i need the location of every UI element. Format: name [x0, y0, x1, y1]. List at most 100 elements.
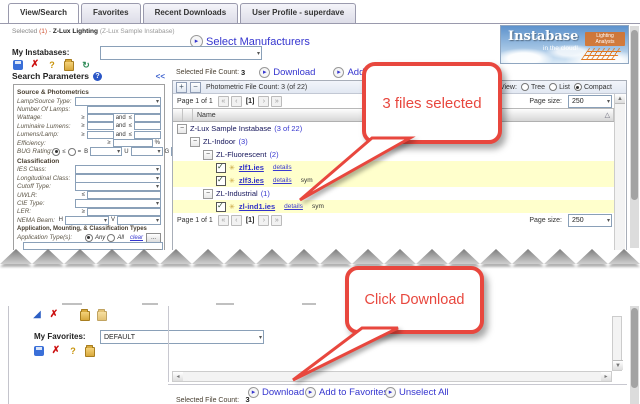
refresh-icon[interactable]: ↻: [81, 60, 91, 70]
file-link[interactable]: zlf1.ies: [239, 163, 264, 172]
folder-label[interactable]: Z-Lux Sample Instabase: [190, 124, 271, 133]
help-tag-icon[interactable]: ?: [68, 346, 78, 356]
lumens-lamp-min-input[interactable]: [87, 131, 114, 139]
nema-v-select[interactable]: [117, 216, 161, 225]
sort-icon[interactable]: [605, 111, 610, 119]
help-icon[interactable]: [93, 72, 102, 81]
cutoff-type-select[interactable]: [75, 182, 161, 191]
view-option-tree[interactable]: Tree: [521, 83, 545, 91]
row-wattage: Wattage: ≥ and ≤: [17, 114, 161, 122]
prev-page-button[interactable]: ‹: [231, 96, 242, 107]
ler-input[interactable]: [87, 208, 161, 216]
save-icon[interactable]: [13, 60, 23, 70]
add-to-favorites-link[interactable]: Add to Favorites: [305, 387, 388, 398]
delete-icon[interactable]: ✗: [30, 60, 40, 70]
last-page-button[interactable]: »: [271, 96, 282, 107]
bug-b-select[interactable]: [90, 147, 122, 156]
delete-icon[interactable]: ✗: [51, 346, 61, 356]
file-checkbox-checked[interactable]: [216, 202, 226, 212]
tree-radio[interactable]: [521, 83, 529, 91]
scroll-left-icon[interactable]: ◂: [173, 372, 183, 381]
first-page-button[interactable]: «: [218, 96, 229, 107]
window-scrollbar[interactable]: [630, 306, 639, 404]
expand-all-button[interactable]: [176, 82, 187, 93]
wattage-min-input[interactable]: [87, 114, 114, 122]
unselect-all-link[interactable]: Unselect All: [385, 387, 449, 398]
folder-icon[interactable]: [85, 347, 95, 357]
search-parameters-panel: Source & Photometrics Lamp/Source Type: …: [13, 84, 165, 250]
file-link[interactable]: zlf3.ies: [239, 176, 264, 185]
vertical-scrollbar[interactable]: ▼: [612, 316, 622, 371]
compact-radio[interactable]: [574, 83, 582, 91]
lamp-source-select[interactable]: [75, 97, 161, 106]
delete-icon[interactable]: ✗: [49, 310, 59, 320]
folder-label[interactable]: ZL-Industrial: [216, 189, 258, 198]
scroll-up-icon[interactable]: ▲: [615, 94, 625, 104]
next-page-button[interactable]: ›: [258, 96, 269, 107]
prev-page-button[interactable]: ‹: [231, 215, 242, 226]
page-size-select[interactable]: 250: [568, 95, 612, 108]
chart-icon[interactable]: ◢: [32, 310, 42, 320]
tab-favorites[interactable]: Favorites: [81, 3, 141, 23]
folder-label[interactable]: ZL-Indoor: [203, 137, 236, 146]
tab-recent-downloads[interactable]: Recent Downloads: [143, 3, 239, 23]
page-size-select[interactable]: 250: [568, 214, 612, 227]
num-lamps-input[interactable]: [87, 106, 161, 114]
save-icon[interactable]: [34, 346, 44, 356]
collapse-node-icon[interactable]: [190, 137, 200, 147]
list-radio[interactable]: [549, 83, 557, 91]
view-option-compact[interactable]: Compact: [574, 83, 612, 91]
collapse-all-button[interactable]: [190, 82, 201, 93]
window-scrollbar-thumb[interactable]: [631, 308, 638, 388]
bug-eq-radio[interactable]: [68, 148, 76, 156]
collapse-node-icon[interactable]: [203, 189, 213, 199]
help-tag-icon[interactable]: ?: [47, 60, 57, 70]
scroll-down-icon[interactable]: ▼: [613, 360, 623, 370]
bug-lte-radio[interactable]: [52, 148, 60, 156]
lum-lumens-max-input[interactable]: [134, 122, 161, 130]
file-checkbox-checked[interactable]: [216, 176, 226, 186]
instabase-banner: Instabase in the cloud! Lighting Analyst…: [500, 25, 629, 64]
favorites-toolbar-partial: ◢ ✗: [32, 310, 107, 320]
lum-lumens-min-input[interactable]: [87, 122, 114, 130]
logo-text: Lighting Analysts: [585, 32, 625, 46]
next-page-button[interactable]: ›: [258, 215, 269, 226]
my-instabases-select[interactable]: [100, 46, 262, 60]
folder-label[interactable]: ZL-Fluorescent: [216, 150, 266, 159]
folder-icon[interactable]: [80, 311, 90, 321]
vertical-scrollbar[interactable]: ▲: [614, 94, 625, 250]
file-link[interactable]: zl-ind1.ies: [239, 202, 275, 211]
tab-user-profile[interactable]: User Profile - superdave: [240, 3, 356, 23]
efficiency-input[interactable]: [113, 139, 153, 147]
first-page-button[interactable]: «: [218, 215, 229, 226]
file-checkbox-checked[interactable]: [216, 163, 226, 173]
lumens-lamp-max-input[interactable]: [134, 131, 161, 139]
uwlr-input[interactable]: [87, 191, 161, 199]
wattage-max-input[interactable]: [134, 114, 161, 122]
scroll-right-icon[interactable]: ▸: [601, 372, 611, 381]
app-any-radio[interactable]: [85, 234, 93, 242]
view-option-list[interactable]: List: [549, 83, 570, 91]
tab-view-search[interactable]: View/Search: [8, 3, 79, 23]
folder-count: (2): [269, 150, 278, 159]
collapse-sidebar-button[interactable]: <<: [156, 72, 165, 81]
bug-u-select[interactable]: [131, 147, 163, 156]
download-link[interactable]: Download: [259, 67, 315, 78]
window-scrollbar[interactable]: [630, 26, 639, 248]
my-favorites-select[interactable]: DEFAULT: [100, 330, 264, 344]
collapse-node-icon[interactable]: [203, 150, 213, 160]
folder-icon[interactable]: [64, 61, 74, 71]
tab-strip-divider: [0, 23, 640, 24]
cie-type-select[interactable]: [75, 199, 161, 208]
app-all-radio[interactable]: [107, 234, 115, 242]
last-page-button[interactable]: »: [271, 215, 282, 226]
nema-h-select[interactable]: [65, 216, 109, 225]
download-label: Download: [273, 67, 315, 78]
app-clear-link[interactable]: clear: [130, 235, 143, 241]
collapse-node-icon[interactable]: [177, 124, 187, 134]
folder-count: (1): [261, 189, 270, 198]
download-label: Download: [262, 387, 304, 398]
download-link[interactable]: Download: [248, 387, 304, 398]
window-scrollbar-thumb[interactable]: [631, 30, 638, 200]
folder-open-icon[interactable]: [97, 311, 107, 321]
